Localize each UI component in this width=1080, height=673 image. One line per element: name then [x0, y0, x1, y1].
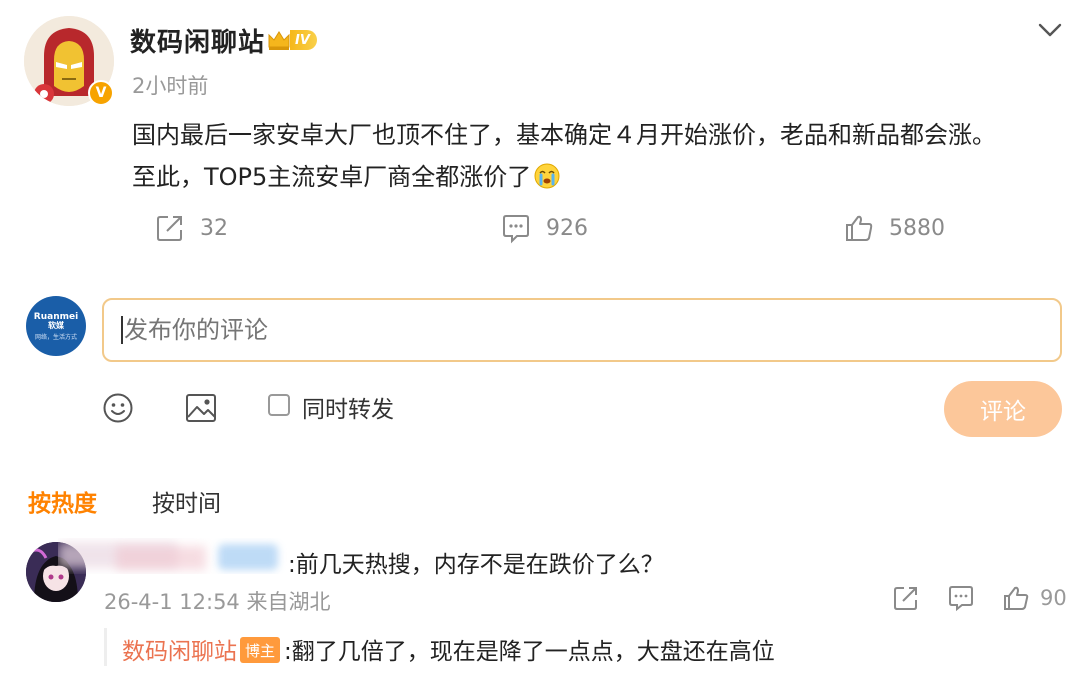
comment-icon[interactable] — [947, 584, 975, 612]
verified-badge: V — [88, 80, 114, 106]
my-avatar-brand-cn: 软媒 — [48, 321, 64, 330]
post-content: 国内最后一家安卓大厂也顶不住了，基本确定４月开始涨价，老品和新品都会涨。 至此，… — [132, 114, 1062, 198]
text-caret — [121, 316, 123, 344]
my-avatar-tagline: 网络，生活方式 — [34, 334, 77, 341]
comment-like-count: 90 — [1040, 586, 1067, 610]
tab-sort-time[interactable]: 按时间 — [152, 484, 221, 518]
crying-emoji-icon — [534, 163, 560, 189]
reply-author-name[interactable]: 数码闲聊站 — [122, 632, 237, 666]
like-count: 5880 — [889, 215, 945, 241]
crown-icon — [268, 31, 290, 50]
comment-icon — [503, 215, 529, 244]
comment-button[interactable]: 926 — [500, 210, 588, 246]
author-tag-badge: 博主 — [240, 637, 281, 663]
repost-button[interactable]: 32 — [154, 210, 228, 246]
comment-input[interactable] — [102, 298, 1062, 362]
my-avatar[interactable]: Ruanmei 软媒 网络，生活方式 — [26, 296, 86, 356]
reply-divider — [104, 628, 107, 666]
comment-count: 926 — [546, 215, 588, 241]
thumbs-up-icon — [846, 215, 873, 241]
image-icon[interactable] — [184, 392, 218, 424]
chevron-down-icon[interactable] — [1036, 18, 1064, 42]
smiley-icon[interactable] — [102, 392, 134, 424]
post-content-line: 国内最后一家安卓大厂也顶不住了，基本确定４月开始涨价，老品和新品都会涨。 — [132, 121, 996, 149]
repost-count: 32 — [200, 215, 228, 241]
repost-icon[interactable] — [892, 584, 920, 612]
comment-text: :前几天热搜，内存不是在跌价了么？ — [288, 552, 664, 578]
level-text: IV — [290, 30, 317, 50]
repost-icon — [157, 216, 182, 241]
level-badge[interactable]: IV — [266, 26, 317, 54]
post-content-line: 至此，TOP5主流安卓厂商全都涨价了 — [132, 156, 1062, 198]
like-button[interactable]: 5880 — [843, 210, 945, 246]
repost-checkbox-label[interactable]: 同时转发 — [302, 390, 394, 424]
author-name[interactable]: 数码闲聊站 — [130, 22, 265, 59]
post-time: 2小时前 — [132, 74, 209, 98]
submit-comment-button[interactable]: 评论 — [944, 381, 1062, 437]
comment-meta: 26-4-1 12:54 来自湖北 — [104, 590, 331, 614]
tab-sort-hot[interactable]: 按热度 — [28, 484, 97, 518]
repost-checkbox[interactable] — [268, 394, 290, 416]
thumbs-up-icon[interactable] — [1002, 584, 1030, 612]
commenter-name-redacted[interactable] — [58, 538, 290, 574]
reply-text: :翻了几倍了，现在是降了一点点，大盘还在高位 — [284, 639, 775, 665]
